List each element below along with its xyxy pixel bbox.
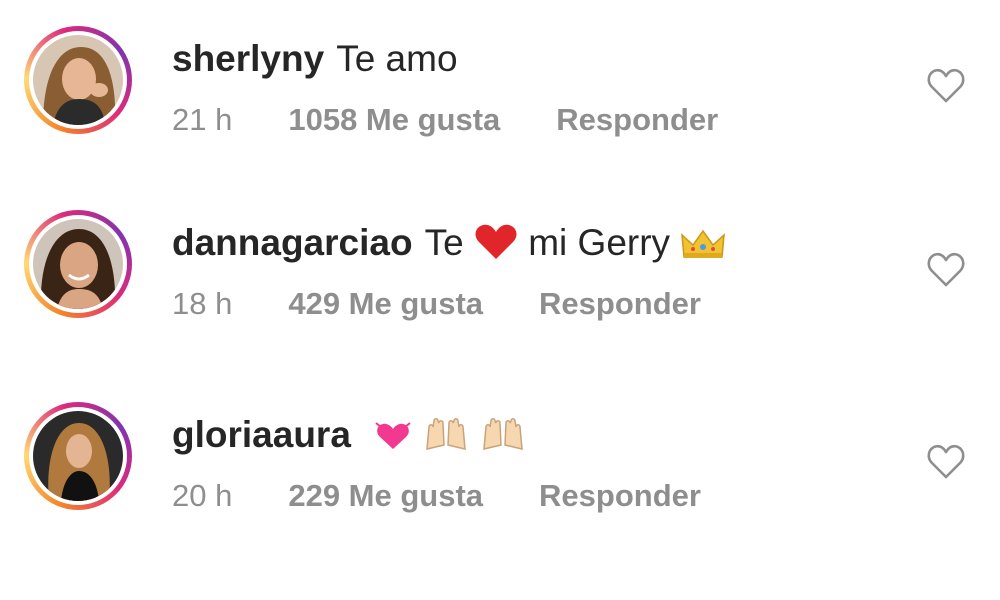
avatar-photo [33, 411, 123, 501]
comment-text: Te amo [336, 38, 458, 79]
comment-time: 20 h [172, 478, 233, 513]
comment-text: mi Gerry [528, 222, 671, 263]
avatar-photo [33, 219, 123, 309]
comment-item: gloriaaura 20 h 229 Me gusta Responder [0, 388, 1000, 538]
comment-text: Te [424, 222, 464, 263]
comment-likes[interactable]: 429 Me gusta [288, 286, 483, 321]
heart-outline-icon[interactable] [926, 442, 966, 480]
heart-outline-icon[interactable] [926, 250, 966, 288]
avatar[interactable] [24, 26, 132, 134]
avatar[interactable] [24, 402, 132, 510]
comment-username[interactable]: dannagarciao [172, 222, 413, 263]
avatar[interactable] [24, 210, 132, 318]
comment-item: dannagarciao Te mi Gerry 18 h 429 Me gusta… [0, 196, 1000, 346]
comment-likes[interactable]: 1058 Me gusta [288, 102, 500, 137]
comment-time: 18 h [172, 286, 233, 321]
crown-icon [681, 229, 726, 258]
heart-outline-icon[interactable] [926, 66, 966, 104]
comment-likes[interactable]: 229 Me gusta [288, 478, 483, 513]
comment-meta: 21 h 1058 Me gusta Responder [172, 100, 718, 140]
comment-text-line: gloriaaura [172, 412, 526, 458]
comment-username[interactable]: sherlyny [172, 38, 324, 79]
raising-hands-icon [482, 418, 523, 450]
raising-hands-icon [426, 418, 467, 450]
comment-username[interactable]: gloriaaura [172, 414, 351, 455]
comment-item: sherlyny Te amo 21 h 1058 Me gusta Responde… [0, 12, 1000, 162]
growing-heart-icon [375, 422, 411, 449]
red-heart-icon [475, 224, 517, 259]
reply-button[interactable]: Responder [539, 478, 701, 513]
reply-button[interactable]: Responder [556, 102, 718, 137]
comment-meta: 18 h 429 Me gusta Responder [172, 284, 701, 324]
reply-button[interactable]: Responder [539, 286, 701, 321]
comment-time: 21 h [172, 102, 233, 137]
comment-text-line: sherlyny Te amo [172, 36, 458, 82]
comment-text-line: dannagarciao Te mi Gerry [172, 220, 726, 266]
comment-meta: 20 h 229 Me gusta Responder [172, 476, 701, 516]
avatar-photo [33, 35, 123, 125]
